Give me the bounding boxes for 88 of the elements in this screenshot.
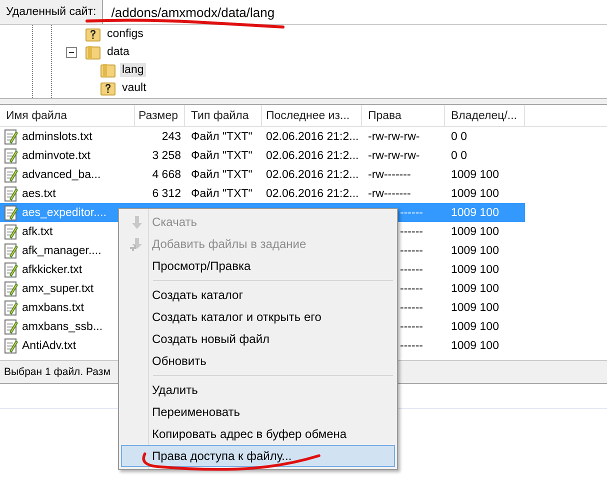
text-file-icon [4, 300, 18, 316]
table-cell-text: 0 0 [450, 148, 468, 164]
table-cell-text: ------ [399, 244, 424, 258]
text-file-icon [4, 186, 18, 202]
text-file-icon [4, 224, 18, 240]
table-cell-text: 1009 100 [450, 300, 500, 316]
table-cell-text: Файл "TXT" [190, 148, 254, 164]
table-cell-text: 02.06.2016 21:2... [265, 168, 360, 182]
address-field[interactable]: /addons/amxmodx/data/lang [102, 0, 607, 24]
text-file-icon [4, 338, 18, 354]
table-cell-text: 4 668 [151, 168, 182, 182]
table-cell-text: ------ [399, 262, 424, 278]
table-cell-text: ------ [399, 338, 424, 354]
file-name[interactable]: adminvote.txt [21, 148, 92, 162]
unknown-folder-icon [100, 80, 116, 96]
tree-item[interactable]: configs [105, 27, 146, 41]
table-cell-text: ------ [399, 224, 424, 240]
tree-item[interactable]: lang [120, 63, 146, 77]
menu-item[interactable]: Обновить [121, 350, 395, 372]
collapse-toggle[interactable] [66, 46, 77, 58]
table-cell-text: 1009 100 [450, 244, 500, 258]
file-name[interactable]: amxbans_ssb... [21, 320, 104, 334]
text-file-icon [4, 148, 18, 164]
table-cell-text: 1009 100 [450, 168, 500, 182]
menu-item[interactable]: Переименовать [121, 401, 395, 423]
address-label: Удаленный сайт: [5, 5, 98, 20]
table-cell-text: 1009 100 [450, 224, 500, 240]
text-file-icon [4, 280, 18, 296]
table-cell-text: 1009 100 [450, 282, 500, 296]
table-cell-text: 1009 100 [450, 206, 500, 220]
file-name[interactable]: afkkicker.txt [21, 262, 84, 276]
file-name[interactable]: advanced_ba... [21, 168, 102, 182]
down-arrow-plus-icon [129, 236, 145, 252]
menu-item[interactable]: Просмотр/Правка [121, 255, 395, 277]
text-file-icon [4, 262, 18, 278]
menu-item[interactable]: Создать каталог [121, 284, 395, 306]
column-header[interactable]: Имя файла [0, 105, 135, 126]
table-cell-text: 02.06.2016 21:2... [265, 130, 360, 144]
table-cell-text: 3 258 [151, 148, 182, 164]
text-file-icon [4, 166, 18, 182]
column-header[interactable]: Тип файла [185, 105, 262, 126]
file-name[interactable]: AntiAdv.txt [21, 338, 78, 352]
table-cell-text: Файл "TXT" [190, 130, 254, 144]
table-cell-text: 6 312 [151, 186, 182, 202]
table-cell-text: 1009 100 [450, 262, 500, 278]
menu-item[interactable]: Создать новый файл [121, 328, 395, 350]
text-file-icon [4, 242, 18, 258]
status-text: Выбран 1 файл. Разм [4, 366, 110, 378]
file-name[interactable]: afk.txt [21, 224, 54, 238]
table-cell-text: 1009 100 [450, 338, 500, 354]
table-cell-text: 1009 100 [450, 320, 500, 334]
column-header[interactable]: Размер [135, 105, 185, 126]
column-header[interactable]: Владелец/... [445, 105, 525, 126]
menu-item[interactable]: Копировать адрес в буфер обмена [121, 423, 395, 445]
table-cell-text: ------ [399, 300, 424, 316]
table-cell-text: -rw-rw-rw- [367, 148, 421, 164]
menu-item[interactable]: Создать каталог и открыть его [121, 306, 395, 328]
table-cell-text: 0 0 [450, 130, 468, 144]
file-name[interactable]: aes.txt [21, 186, 57, 200]
file-name[interactable]: afk_manager.... [21, 244, 102, 258]
table-cell-text: 243 [160, 130, 182, 144]
menu-item[interactable]: Права доступа к файлу... [121, 445, 395, 467]
file-name[interactable]: amx_super.txt [21, 282, 95, 296]
table-cell-text: 02.06.2016 21:2... [265, 148, 360, 164]
table-cell-text: 02.06.2016 21:2... [265, 186, 360, 202]
table-cell-text: ------ [399, 320, 424, 334]
file-name[interactable]: amxbans.txt [21, 300, 85, 314]
table-cell-text: Файл "TXT" [190, 186, 254, 202]
table-cell-text: Файл "TXT" [190, 168, 254, 182]
table-cell-text: -rw------- [367, 186, 412, 202]
text-file-icon [4, 128, 18, 144]
menu-item[interactable]: Удалить [121, 379, 395, 401]
unknown-folder-icon [85, 26, 101, 42]
table-cell-text: ------ [399, 206, 424, 220]
table-cell-text: 1009 100 [450, 186, 500, 202]
tree-item[interactable]: vault [120, 81, 148, 95]
text-file-icon [4, 204, 18, 220]
folder-icon [100, 62, 116, 78]
column-header[interactable]: Последнее из... [262, 105, 362, 126]
table-cell-text: -rw------- [367, 168, 412, 182]
table-cell-text: -rw-rw-rw- [367, 130, 421, 144]
column-header[interactable]: Права [362, 105, 445, 126]
text-file-icon [4, 318, 18, 334]
folder-icon [85, 44, 101, 60]
table-cell-text: ------ [399, 282, 424, 296]
file-name[interactable]: adminslots.txt [21, 130, 94, 144]
tree-item[interactable]: data [105, 45, 132, 59]
down-arrow-icon [129, 214, 145, 230]
